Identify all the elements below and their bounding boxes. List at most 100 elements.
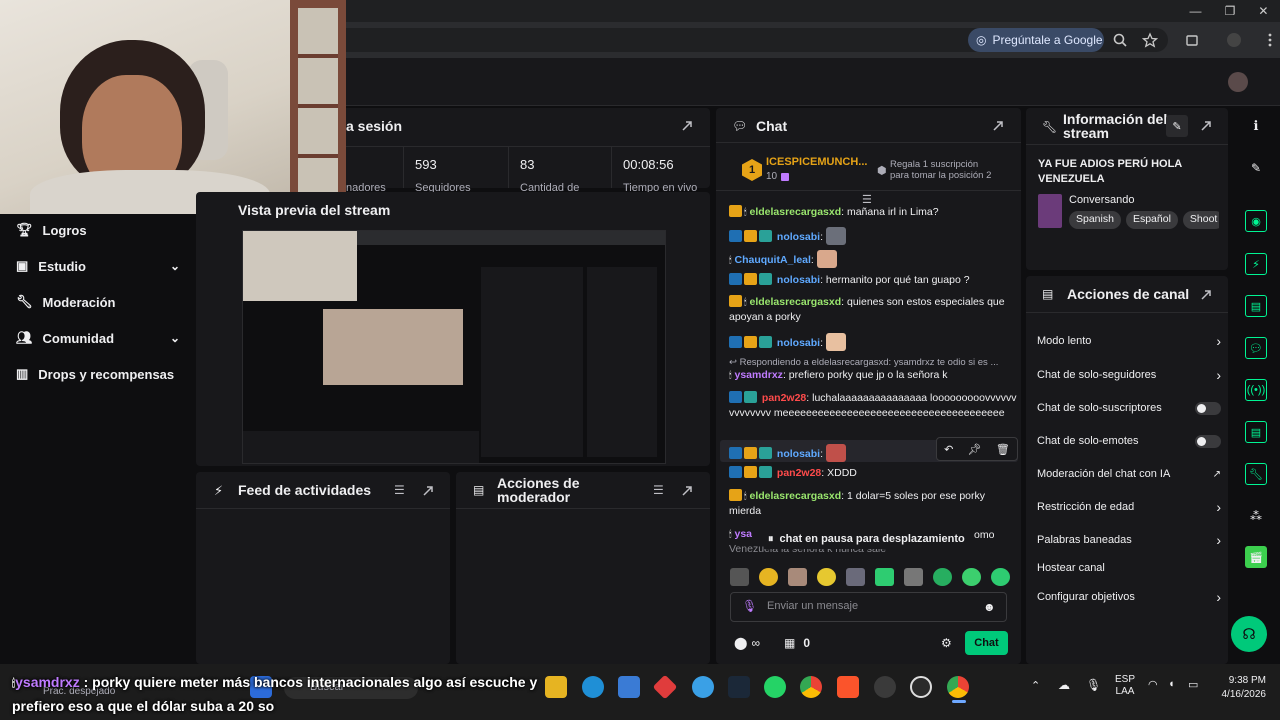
chat-bubble-icon[interactable]: 💬︎ [1245,337,1267,359]
chat-username[interactable]: eldelasrecargasxd [749,206,841,218]
emote-icon[interactable] [817,568,836,586]
popout-icon[interactable] [1199,119,1213,133]
chat-username[interactable]: ysamdrxz [734,369,782,381]
settings-icon[interactable]: ⚙︎ [941,636,952,650]
filter-icon[interactable]: ☰ [394,483,405,497]
chat-username[interactable]: pan2w28 [762,392,806,404]
tag[interactable]: Shoot [1182,211,1219,229]
emote-icon[interactable] [846,568,865,586]
obs-icon[interactable] [910,676,932,698]
wifi-icon[interactable]: ◠ [1148,678,1158,691]
stream-category[interactable]: Conversando [1069,194,1134,206]
microphone-icon[interactable]: 🎙︎ [742,599,757,613]
emote-icon[interactable] [933,568,952,586]
popout-icon[interactable] [1199,288,1213,302]
edge-icon[interactable] [582,676,604,698]
channel-actions-icon[interactable]: ▤ [1245,421,1267,443]
emote-icon[interactable] [875,568,894,586]
broadcast-icon[interactable]: ((•)) [1245,379,1267,401]
chat-username[interactable]: nolosabi [777,274,820,286]
maximize-icon[interactable]: ❐ [1225,4,1236,18]
sidebar-item-logros[interactable]: 🏆︎ Logros [16,219,180,241]
emote-icon[interactable] [759,568,778,586]
action-slow-mode[interactable]: Modo lento › [1037,331,1221,351]
popout-icon[interactable] [991,119,1005,133]
avatar[interactable] [1228,72,1248,92]
action-ai-moderation[interactable]: Moderación del chat con IA ↗ [1037,464,1221,484]
document-icon[interactable]: ▤ [1245,295,1267,317]
chrome-icon[interactable] [947,676,969,698]
chat-username[interactable]: nolosabi [777,337,820,349]
bolt-icon[interactable]: ⚡︎ [1245,253,1267,275]
chat-username[interactable]: eldelasrecargasxd [749,296,841,308]
emote-icon[interactable] [730,568,749,586]
wrench-icon[interactable]: 🔧︎ [1245,463,1267,485]
tag[interactable]: Español [1125,211,1178,229]
camera-icon[interactable]: ◉ [1245,210,1267,232]
filter-icon[interactable]: ☰ [653,483,664,497]
microphone-icon[interactable]: 🎙︎ [1086,678,1101,692]
emote-icon[interactable] [788,568,807,586]
connections-icon[interactable]: ⁂ [1245,505,1267,527]
search-icon[interactable] [1112,32,1128,48]
emote-icon[interactable] [904,568,923,586]
clock[interactable]: 9:38 PM 4/16/2026 [1214,674,1267,702]
chat-username[interactable]: pan2w28 [777,467,821,479]
cloud-icon[interactable]: ☁︎ [1058,678,1070,692]
action-age-restriction[interactable]: Restricción de edad › [1037,497,1221,517]
action-host-channel[interactable]: Hostear canal [1037,558,1221,578]
chat-username[interactable]: eldelasrecargasxd [749,490,841,502]
chat-username[interactable]: ChauquitA_leal [734,254,810,266]
minimize-icon[interactable]: — [1190,4,1202,18]
sidebar-item-drops[interactable]: ▥ Drops y recompensas [16,363,180,385]
help-button[interactable]: ☊ [1231,616,1267,652]
clapper-icon[interactable]: 🎬︎ [1245,546,1267,568]
close-icon[interactable]: ✕ [1258,4,1268,18]
popout-icon[interactable] [680,119,694,133]
edit-icon[interactable]: ✎ [1166,115,1188,137]
store-app-icon[interactable] [618,676,640,698]
chat-paused-banner[interactable]: ⏸︎ chat en pausa para desplazamiento [764,529,969,549]
info-icon[interactable]: ℹ︎ [1245,115,1267,137]
sidebar-item-estudio[interactable]: ▣ Estudio ⌄ [16,255,180,277]
extensions-icon[interactable] [1184,32,1200,48]
sidebar-item-moderacion[interactable]: 🔧︎ Moderación [16,291,180,313]
steam-icon[interactable] [728,676,750,698]
action-banned-words[interactable]: Palabras baneadas › [1037,530,1221,550]
chat-username[interactable]: nolosabi [777,448,820,460]
popout-icon[interactable] [680,484,694,498]
chat-username[interactable]: nolosabi [777,231,820,243]
volume-icon[interactable]: ◖ [1168,678,1175,690]
action-followers-only[interactable]: Chat de solo-seguidores › [1037,365,1221,385]
sidebar-item-comunidad[interactable]: 👥︎ Comunidad ⌄ [16,327,180,349]
ask-google-button[interactable]: ◎ Pregúntale a Google [968,28,1104,52]
subscribers-only-toggle[interactable] [1195,401,1221,415]
chat-username[interactable]: ysa [734,528,752,540]
leaderboard-top-user[interactable]: ICESPICEMUNCH... [766,156,867,168]
app-icon[interactable] [692,676,714,698]
whatsapp-icon[interactable] [764,676,786,698]
chat-send-button[interactable]: Chat [965,631,1008,655]
profile-icon[interactable] [1226,32,1242,48]
pin-icon[interactable]: 📌︎ [968,443,982,456]
chevron-up-icon[interactable]: ⌃ [1031,679,1040,692]
star-icon[interactable] [1142,32,1158,48]
undo-icon[interactable]: ↶ [944,443,953,456]
app-icon[interactable] [874,676,896,698]
popout-icon[interactable] [421,484,435,498]
emote-icon[interactable] [962,568,981,586]
emote-only-toggle[interactable] [1195,434,1221,448]
battery-icon[interactable]: ▭ [1188,678,1198,691]
delete-icon[interactable]: 🗑︎ [996,443,1010,456]
emoji-icon[interactable]: ☻ [983,600,996,614]
action-set-goals[interactable]: Configurar objetivos › [1037,587,1221,607]
emote-icon[interactable] [991,568,1010,586]
menu-icon[interactable] [1262,32,1278,48]
channel-points[interactable]: ⬤ ∞ [734,636,760,650]
tag[interactable]: Spanish [1069,211,1121,229]
brave-icon[interactable] [837,676,859,698]
language-indicator[interactable]: ESP LAA [1115,674,1135,698]
gift-sub-cta[interactable]: Regala 1 suscripción para tomar la posic… [890,159,991,181]
chrome-icon[interactable] [800,676,822,698]
edit-icon[interactable]: ✎ [1245,157,1267,179]
